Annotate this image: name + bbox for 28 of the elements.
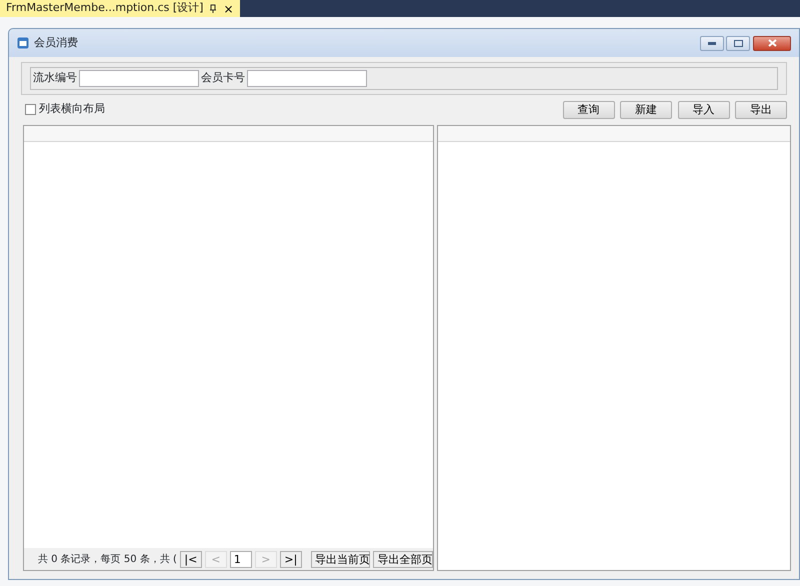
page-number-field[interactable]: 1 bbox=[230, 550, 252, 568]
checkbox-label: 列表横向布局 bbox=[38, 101, 105, 118]
minimize-icon bbox=[708, 42, 716, 44]
app-icon bbox=[17, 37, 29, 49]
field-label: 流水编号 bbox=[33, 70, 77, 86]
toolbar-button[interactable]: 新建 bbox=[620, 100, 672, 118]
minimize-button[interactable] bbox=[700, 36, 724, 50]
pager-button[interactable]: >| bbox=[280, 550, 302, 568]
pager-button[interactable]: |< bbox=[180, 550, 202, 568]
close-icon bbox=[768, 39, 776, 47]
text-field[interactable] bbox=[247, 70, 367, 87]
pin-icon[interactable] bbox=[209, 4, 218, 13]
toolbar-button[interactable]: 查询 bbox=[562, 100, 614, 118]
document-title: FrmMasterMembe...mption.cs [设计] bbox=[6, 0, 204, 16]
close-tab-button[interactable]: × bbox=[223, 2, 234, 14]
text-field[interactable] bbox=[79, 70, 199, 87]
field-label: 会员卡号 bbox=[201, 70, 245, 86]
toolbar-button[interactable]: 导入 bbox=[678, 100, 730, 118]
export-button[interactable]: 导出全部页 bbox=[373, 550, 433, 568]
toolbar-button[interactable]: 导出 bbox=[735, 100, 787, 118]
window-title: 会员消费 bbox=[34, 34, 78, 51]
maximize-button[interactable] bbox=[726, 36, 750, 50]
checkbox[interactable] bbox=[25, 104, 36, 115]
close-button[interactable] bbox=[753, 36, 791, 50]
export-button[interactable]: 导出当前页 bbox=[310, 550, 370, 568]
document-tab[interactable]: FrmMasterMembe...mption.cs [设计] × bbox=[0, 0, 240, 17]
maximize-icon bbox=[734, 40, 743, 46]
pager-summary: 共 0 条记录，每页 50 条，共 ( bbox=[38, 552, 177, 566]
